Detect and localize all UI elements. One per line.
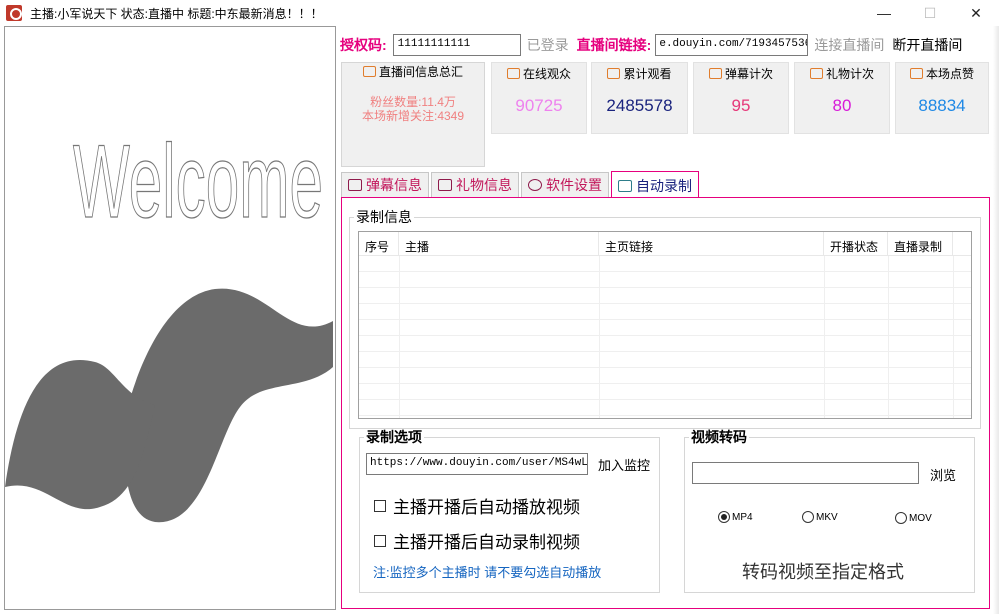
stat-label: 本场点赞: [925, 67, 974, 81]
format-mp4-radio[interactable]: MP4: [718, 511, 753, 523]
col-live-record[interactable]: 直播录制: [888, 232, 953, 256]
radio-dot[interactable]: [895, 512, 907, 524]
add-monitor-button[interactable]: 加入监控: [598, 455, 650, 474]
record-options-legend: 录制选项: [366, 429, 422, 445]
col-divider: [953, 256, 954, 418]
stat-label: 在线观众: [522, 67, 571, 81]
browse-button[interactable]: 浏览: [930, 465, 956, 484]
col-divider: [599, 256, 600, 418]
gear-icon: [528, 179, 542, 191]
room-summary: 直播间信息总汇 粉丝数量:11.4万 本场新增关注:4349: [341, 62, 485, 167]
checkbox-box[interactable]: [374, 499, 386, 512]
col-index[interactable]: 序号: [359, 232, 399, 256]
tab-label: 弹幕信息: [366, 177, 422, 193]
auto-play-checkbox[interactable]: 主播开播后自动播放视频: [374, 493, 580, 518]
tab-gifts[interactable]: 礼物信息: [431, 172, 519, 198]
format-mov-radio[interactable]: MOV: [895, 512, 932, 524]
gift-icon: [438, 179, 452, 191]
fans-count: 粉丝数量:11.4万: [370, 95, 456, 109]
tab-danmu[interactable]: 弹幕信息: [341, 172, 429, 198]
monitor-note: 注:监控多个主播时 请不要勾选自动播放: [373, 565, 602, 580]
col-live-status[interactable]: 开播状态: [824, 232, 888, 256]
login-status: 已登录: [526, 37, 569, 53]
transcode-path-input[interactable]: [692, 462, 919, 484]
radio-dot[interactable]: [802, 511, 814, 523]
col-homepage[interactable]: 主页链接: [599, 232, 824, 256]
record-table[interactable]: 序号 主播 主页链接 开播状态 直播录制: [358, 231, 972, 419]
stat-value: 2485578: [606, 96, 673, 115]
room-link-input[interactable]: e.douyin.com/719345753660: [655, 34, 809, 56]
auto-record-checkbox[interactable]: 主播开播后自动录制视频: [374, 528, 580, 553]
window-title: 主播:小军说天下 状态:直播中 标题:中东最新消息！！！: [30, 6, 323, 21]
person-icon: [506, 68, 520, 79]
checkbox-label: 主播开播后自动录制视频: [393, 533, 580, 552]
table-header: 序号 主播 主页链接 开播状态 直播录制: [359, 232, 971, 256]
welcome-panel: Welcome: [4, 26, 336, 610]
disconnect-button[interactable]: 断开直播间: [892, 35, 962, 55]
close-button[interactable]: ✕: [953, 0, 999, 26]
room-link-label: 直播间链接:: [576, 37, 652, 53]
welcome-graphic: Welcome: [5, 123, 333, 523]
col-streamer[interactable]: 主播: [399, 232, 599, 256]
summary-title: 直播间信息总汇: [378, 65, 463, 79]
auto-record-panel: 录制信息 序号 主播 主页链接 开播状态 直播录制 录制选项 https://w…: [341, 197, 990, 609]
thumbs-up-icon: [909, 68, 923, 79]
tab-label: 软件设置: [546, 177, 602, 193]
record-info-legend: 录制信息: [356, 209, 412, 225]
stat-gifts: 礼物计次 80: [794, 62, 890, 134]
window-edge: [993, 26, 999, 614]
welcome-text: Welcome: [73, 124, 323, 240]
monitor-icon: [607, 68, 621, 79]
record-icon: [618, 179, 632, 192]
stat-value: 95: [731, 96, 751, 115]
homepage-url-input[interactable]: https://www.douyin.com/user/MS4wLjABA: [366, 453, 588, 475]
stat-label: 累计观看: [623, 67, 672, 81]
transcode-button[interactable]: 转码视频至指定格式: [742, 558, 904, 584]
maximize-button[interactable]: ☐: [907, 0, 953, 26]
app-icon: [6, 5, 22, 21]
chat-icon: [708, 68, 722, 79]
col-divider: [824, 256, 825, 418]
minimize-button[interactable]: —: [861, 0, 907, 26]
transcode-legend: 视频转码: [691, 429, 747, 445]
stat-danmu: 弹幕计次 95: [693, 62, 789, 134]
auth-code-input[interactable]: 11111111111: [392, 34, 521, 56]
checkbox-box[interactable]: [374, 534, 386, 547]
radio-label: MOV: [909, 512, 932, 524]
gift-icon: [809, 68, 823, 79]
stat-total-views: 累计观看 2485578: [591, 62, 688, 134]
tab-bar: 弹幕信息 礼物信息 软件设置 自动录制: [341, 171, 701, 199]
tab-settings[interactable]: 软件设置: [521, 172, 609, 198]
table-rows: [359, 256, 971, 418]
title-bar: 主播:小军说天下 状态:直播中 标题:中东最新消息！！！ — ☐ ✕: [0, 0, 999, 26]
radio-label: MP4: [732, 511, 753, 523]
danmu-icon: [348, 179, 362, 191]
checkbox-label: 主播开播后自动播放视频: [393, 498, 580, 517]
tab-auto-record[interactable]: 自动录制: [611, 171, 699, 199]
stat-value: 80: [832, 96, 852, 115]
stat-label: 弹幕计次: [724, 67, 773, 81]
radio-label: MKV: [816, 511, 838, 523]
auth-code-label: 授权码:: [340, 37, 387, 53]
radio-dot[interactable]: [718, 511, 730, 523]
stat-online: 在线观众 90725: [491, 62, 587, 134]
wave-shape-top: [124, 288, 333, 523]
stat-likes: 本场点赞 88834: [895, 62, 989, 134]
tab-label: 礼物信息: [456, 177, 512, 193]
info-icon: [362, 66, 376, 77]
col-divider: [399, 256, 400, 418]
tab-label: 自动录制: [636, 177, 692, 194]
stat-value: 90725: [515, 96, 563, 115]
auth-row: 授权码: 11111111111 已登录 直播间链接: e.douyin.com…: [340, 32, 996, 58]
new-follow-count: 本场新增关注:4349: [361, 109, 465, 123]
col-divider: [888, 256, 889, 418]
connect-button[interactable]: 连接直播间: [814, 35, 884, 55]
stat-label: 礼物计次: [825, 67, 874, 81]
stat-value: 88834: [918, 96, 966, 115]
format-mkv-radio[interactable]: MKV: [802, 511, 838, 523]
